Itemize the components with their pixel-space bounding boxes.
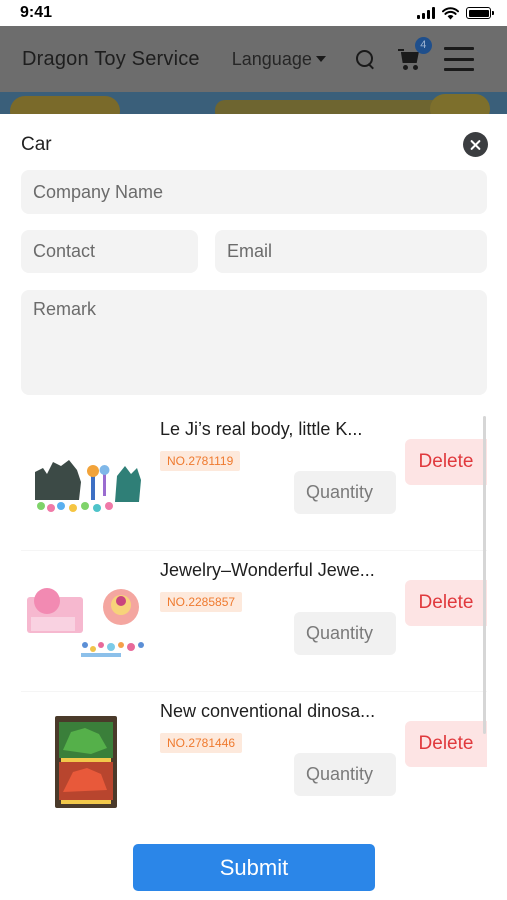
item-name[interactable]: Jewelry–Wonderful Jewe... [160,560,410,581]
brand-name[interactable]: Dragon Toy Service [22,48,200,71]
jewelry-toy-set-image [21,557,149,685]
quantity-field[interactable] [294,471,396,514]
delete-button[interactable]: Delete [405,580,487,626]
sheet-title: Car [21,134,52,155]
language-selector[interactable]: Language [232,49,326,70]
search-icon[interactable] [354,48,376,70]
site-header: Dragon Toy Service Language 4 [0,26,507,92]
cellular-signal-icon [417,7,435,19]
cart-item: New conventional dinosa... NO.2781446 De… [21,696,487,822]
sand-castle-toy-image [21,416,149,544]
status-bar: 9:41 [0,0,507,26]
remark-field[interactable] [21,290,487,395]
banner-strip [0,92,507,114]
cart-count-badge: 4 [414,37,432,54]
item-number-badge: NO.2781446 [160,733,243,753]
status-time: 9:41 [20,4,53,21]
item-name[interactable]: Le Ji’s real body, little K... [160,419,410,440]
delete-button[interactable]: Delete [405,721,487,767]
submit-button[interactable]: Submit [133,844,375,891]
contact-field[interactable] [21,230,198,273]
wifi-icon [442,6,459,19]
language-label: Language [231,48,312,69]
battery-icon [466,7,494,19]
caret-down-icon [315,56,326,62]
status-icons [417,6,494,20]
cart-button[interactable]: 4 [397,37,432,71]
quantity-field[interactable] [294,753,396,796]
item-divider [21,550,487,551]
item-number-badge: NO.2781119 [160,451,241,471]
item-divider [21,691,487,692]
quantity-field[interactable] [294,612,396,655]
item-number-badge: NO.2285857 [160,592,243,612]
cart-sheet: Car Le Ji’s real body, l [0,114,507,900]
delete-button[interactable]: Delete [405,439,487,485]
close-icon[interactable] [463,132,488,157]
cart-item-list[interactable]: Le Ji’s real body, little K... NO.278111… [21,414,487,822]
email-field[interactable] [215,230,487,273]
list-scrollbar[interactable] [483,416,486,734]
dinosaur-toy-box-image [21,698,149,822]
cart-item: Jewelry–Wonderful Jewe... NO.2285857 Del… [21,555,487,693]
cart-icon [397,49,404,51]
company-name-field[interactable] [21,170,487,214]
item-name[interactable]: New conventional dinosa... [160,701,410,722]
cart-item: Le Ji’s real body, little K... NO.278111… [21,414,487,552]
hamburger-menu-icon[interactable] [443,47,474,71]
